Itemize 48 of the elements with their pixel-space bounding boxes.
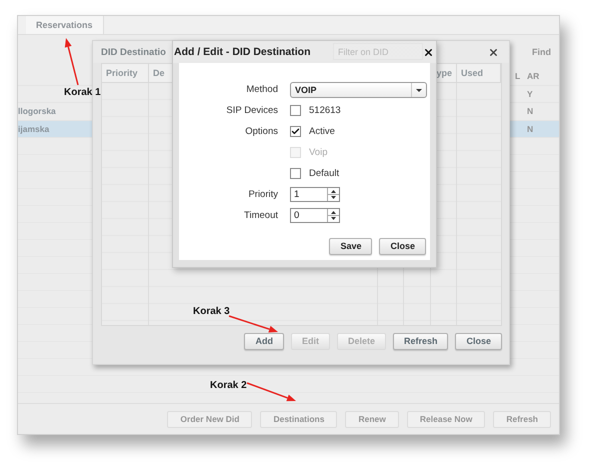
dialog-title: Add / Edit - DID Destination <box>174 46 310 58</box>
column-header: Priority <box>102 64 149 82</box>
find-label[interactable]: Find <box>532 46 551 56</box>
close-icon[interactable] <box>423 47 434 58</box>
checkbox-label: 512613 <box>309 105 341 116</box>
table-cell: ijamska <box>18 124 50 134</box>
window-title: DID Destinatio <box>101 46 166 58</box>
checkbox-label: Default <box>309 168 340 179</box>
method-select[interactable]: VOIP <box>290 82 427 98</box>
toolbar-button[interactable]: Destinations <box>260 410 338 428</box>
table-cell: N <box>527 106 534 116</box>
field-label: Options <box>244 126 278 137</box>
column-header: AR <box>526 71 540 82</box>
arrow <box>228 315 278 333</box>
field-label: Timeout <box>243 210 278 221</box>
annotation-label: Korak 3 <box>193 306 230 317</box>
toolbar-button[interactable]: Order New Did <box>167 410 252 428</box>
close-icon[interactable] <box>488 47 499 58</box>
checkbox-label: Voip <box>309 147 328 158</box>
column-header: L <box>514 71 522 82</box>
field-label: Method <box>245 84 278 95</box>
checkbox[interactable] <box>290 105 301 116</box>
column-header: Used <box>457 64 501 82</box>
checkbox-label: Active <box>309 126 335 137</box>
annotation-label: Korak 2 <box>210 380 247 391</box>
table-cell: Y <box>527 88 533 99</box>
checkbox[interactable] <box>290 126 301 137</box>
number-field[interactable]: 1 <box>290 187 340 202</box>
field-label: Priority <box>247 189 278 200</box>
arrow <box>246 382 296 402</box>
arrow <box>64 38 79 86</box>
action-button[interactable]: Close <box>455 332 502 350</box>
spinner-arrows-icon[interactable] <box>327 188 339 201</box>
tab[interactable]: Reservations <box>26 16 104 34</box>
toolbar-button[interactable]: Refresh <box>493 410 551 428</box>
field-label: SIP Devices <box>225 105 278 116</box>
table-cell: N <box>527 124 534 134</box>
dialog-button[interactable]: Save <box>329 238 372 254</box>
checkbox[interactable] <box>290 168 301 179</box>
table-cell: llogorska <box>18 106 56 116</box>
annotation-label: Korak 1 <box>64 87 101 98</box>
toolbar-button[interactable]: Release Now <box>406 410 486 428</box>
toolbar-button[interactable]: Renew <box>345 410 399 428</box>
dialog-button[interactable]: Close <box>379 238 426 254</box>
spinner-arrows-icon[interactable] <box>327 209 339 222</box>
number-field[interactable]: 0 <box>290 208 340 223</box>
action-button[interactable]: Add <box>244 332 284 350</box>
action-button[interactable]: Refresh <box>392 332 448 350</box>
